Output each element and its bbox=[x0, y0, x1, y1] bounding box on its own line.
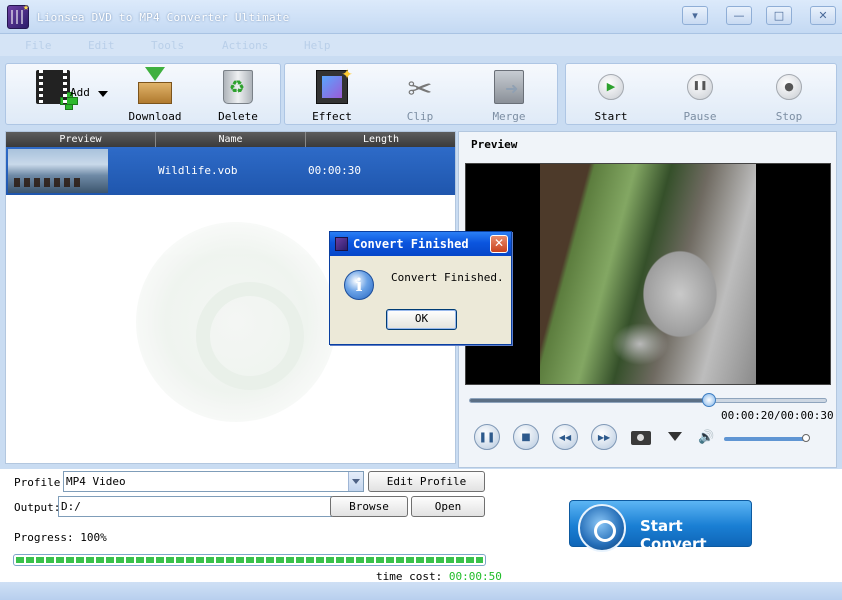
seek-handle[interactable] bbox=[701, 393, 716, 407]
status-bar bbox=[0, 582, 842, 600]
add-button[interactable]: Add bbox=[10, 64, 110, 124]
file-length: 00:00:30 bbox=[308, 164, 361, 177]
add-label: Add bbox=[70, 86, 90, 99]
toolbar-edit-group: Effect ✂ Clip Merge bbox=[284, 63, 558, 125]
film-watermark-icon bbox=[136, 222, 336, 422]
pause-label: Pause bbox=[683, 110, 717, 123]
file-name: Wildlife.vob bbox=[158, 164, 238, 177]
seek-fill bbox=[470, 399, 709, 402]
dialog-message: Convert Finished. bbox=[391, 271, 504, 284]
column-name[interactable]: Name bbox=[156, 132, 306, 147]
delete-label: Delete bbox=[218, 110, 258, 123]
preview-panel: Preview 00:00:20/00:00:30 ❚❚ ■ ◀◀ ▶▶ 🔊 bbox=[458, 131, 837, 468]
start-convert-button[interactable]: Start Convert bbox=[569, 500, 752, 553]
chevron-down-icon[interactable] bbox=[668, 432, 682, 441]
output-label: Output: bbox=[14, 501, 61, 514]
stop-button[interactable]: ● Stop bbox=[754, 64, 824, 124]
effect-label: Effect bbox=[312, 110, 352, 123]
scissors-icon: ✂ bbox=[407, 72, 433, 107]
time-readout: 00:00:20/00:00:30 bbox=[721, 409, 834, 422]
dialog-title: Convert Finished bbox=[353, 237, 469, 251]
menu-edit[interactable]: Edit bbox=[88, 39, 115, 52]
menu-help[interactable]: Help bbox=[304, 39, 331, 52]
table-row[interactable]: Wildlife.vob 00:00:30 bbox=[6, 147, 455, 195]
pause-icon: ❚❚ bbox=[687, 74, 713, 100]
delete-button[interactable]: Delete bbox=[203, 64, 273, 124]
progress-text: Progress: 100% bbox=[14, 531, 107, 544]
recycle-bin-icon bbox=[223, 70, 253, 104]
stop-icon: ● bbox=[776, 74, 802, 100]
effect-icon bbox=[316, 67, 353, 104]
start-convert-label: Start Convert bbox=[640, 517, 707, 553]
profile-select[interactable]: MP4 Video bbox=[63, 471, 364, 492]
menu-bar: File Edit Tools Actions Help bbox=[0, 34, 842, 56]
start-button[interactable]: ▶ Start bbox=[576, 64, 646, 124]
volume-handle[interactable] bbox=[802, 434, 810, 442]
player-pause-button[interactable]: ❚❚ bbox=[474, 424, 500, 450]
player-stop-button[interactable]: ■ bbox=[513, 424, 539, 450]
open-button[interactable]: Open bbox=[411, 496, 485, 517]
merge-icon bbox=[494, 70, 524, 104]
video-frame bbox=[540, 164, 756, 384]
window-title: Lionsea DVD to MP4 Converter Ultimate bbox=[37, 11, 290, 24]
chevron-down-icon[interactable] bbox=[348, 472, 363, 491]
download-label: Download bbox=[128, 110, 182, 123]
menu-file[interactable]: File bbox=[25, 39, 52, 52]
profile-label: Profile: bbox=[14, 476, 67, 489]
profile-value: MP4 Video bbox=[66, 475, 126, 488]
camera-icon[interactable] bbox=[631, 431, 651, 445]
progress-fill bbox=[16, 557, 483, 563]
menu-dropdown-button[interactable]: ▾ bbox=[682, 6, 708, 25]
stop-label: Stop bbox=[775, 110, 803, 123]
app-logo-icon bbox=[7, 2, 29, 29]
start-label: Start bbox=[594, 110, 628, 123]
volume-slider[interactable] bbox=[724, 434, 810, 442]
effect-button[interactable]: Effect bbox=[297, 64, 367, 124]
add-dropdown-icon[interactable] bbox=[98, 91, 108, 97]
download-icon bbox=[138, 82, 172, 104]
menu-actions[interactable]: Actions bbox=[222, 39, 268, 52]
ok-button[interactable]: OK bbox=[386, 309, 457, 330]
forward-button[interactable]: ▶▶ bbox=[591, 424, 617, 450]
download-arrow-icon bbox=[145, 67, 165, 81]
minimize-button[interactable]: — bbox=[726, 6, 752, 25]
toolbar-convert-group: ▶ Start ❚❚ Pause ● Stop bbox=[565, 63, 837, 125]
rewind-button[interactable]: ◀◀ bbox=[552, 424, 578, 450]
output-value: D:/ bbox=[61, 500, 81, 513]
dialog-app-icon bbox=[335, 237, 348, 251]
close-button[interactable]: ✕ bbox=[810, 6, 836, 25]
dialog-close-button[interactable]: ✕ bbox=[490, 235, 508, 253]
video-player bbox=[465, 163, 831, 385]
info-icon: i bbox=[344, 270, 374, 300]
column-preview[interactable]: Preview bbox=[6, 132, 156, 147]
merge-button[interactable]: Merge bbox=[474, 64, 544, 124]
browse-button[interactable]: Browse bbox=[330, 496, 408, 517]
clip-label: Clip bbox=[406, 110, 434, 123]
progress-bar bbox=[13, 554, 486, 566]
dialog-title-bar: Convert Finished ✕ bbox=[330, 232, 511, 256]
clip-button[interactable]: ✂ Clip bbox=[385, 64, 455, 124]
volume-icon[interactable]: 🔊 bbox=[698, 430, 714, 445]
toolbar-file-group: Add Download Delete bbox=[5, 63, 281, 125]
edit-profile-button[interactable]: Edit Profile bbox=[368, 471, 485, 492]
maximize-button[interactable]: □ bbox=[766, 6, 792, 25]
add-video-icon bbox=[36, 70, 78, 110]
seek-bar[interactable] bbox=[469, 393, 827, 407]
column-length[interactable]: Length bbox=[306, 132, 455, 147]
play-icon: ▶ bbox=[598, 74, 624, 100]
merge-label: Merge bbox=[492, 110, 526, 123]
title-bar: Lionsea DVD to MP4 Converter Ultimate ▾ … bbox=[0, 0, 842, 34]
video-thumbnail bbox=[8, 149, 108, 193]
convert-finished-dialog: Convert Finished ✕ i Convert Finished. O… bbox=[329, 231, 512, 345]
menu-tools[interactable]: Tools bbox=[151, 39, 184, 52]
pause-button[interactable]: ❚❚ Pause bbox=[665, 64, 735, 124]
clock-icon bbox=[578, 504, 626, 552]
preview-title: Preview bbox=[471, 138, 518, 151]
download-button[interactable]: Download bbox=[120, 64, 190, 124]
output-field[interactable]: D:/ bbox=[58, 496, 332, 517]
